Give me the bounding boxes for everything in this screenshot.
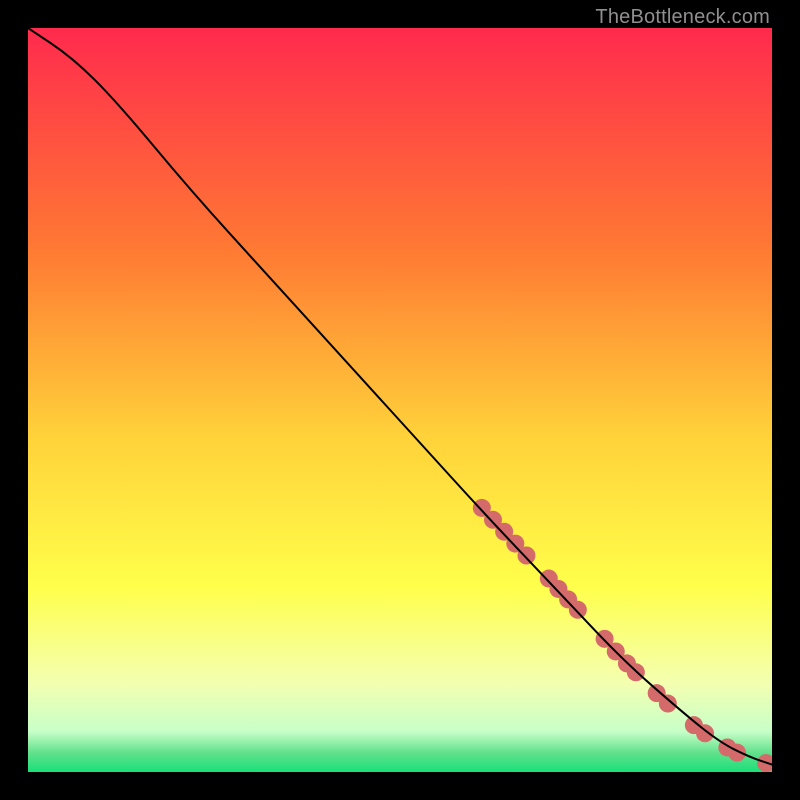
data-marker bbox=[569, 601, 587, 619]
data-marker bbox=[517, 547, 535, 565]
data-marker bbox=[696, 724, 714, 742]
chart-stage: TheBottleneck.com bbox=[0, 0, 800, 800]
data-marker bbox=[728, 744, 746, 762]
watermark-text: TheBottleneck.com bbox=[595, 6, 770, 29]
chart-svg bbox=[28, 28, 772, 772]
chart-panel bbox=[28, 28, 772, 772]
chart-background bbox=[28, 28, 772, 772]
